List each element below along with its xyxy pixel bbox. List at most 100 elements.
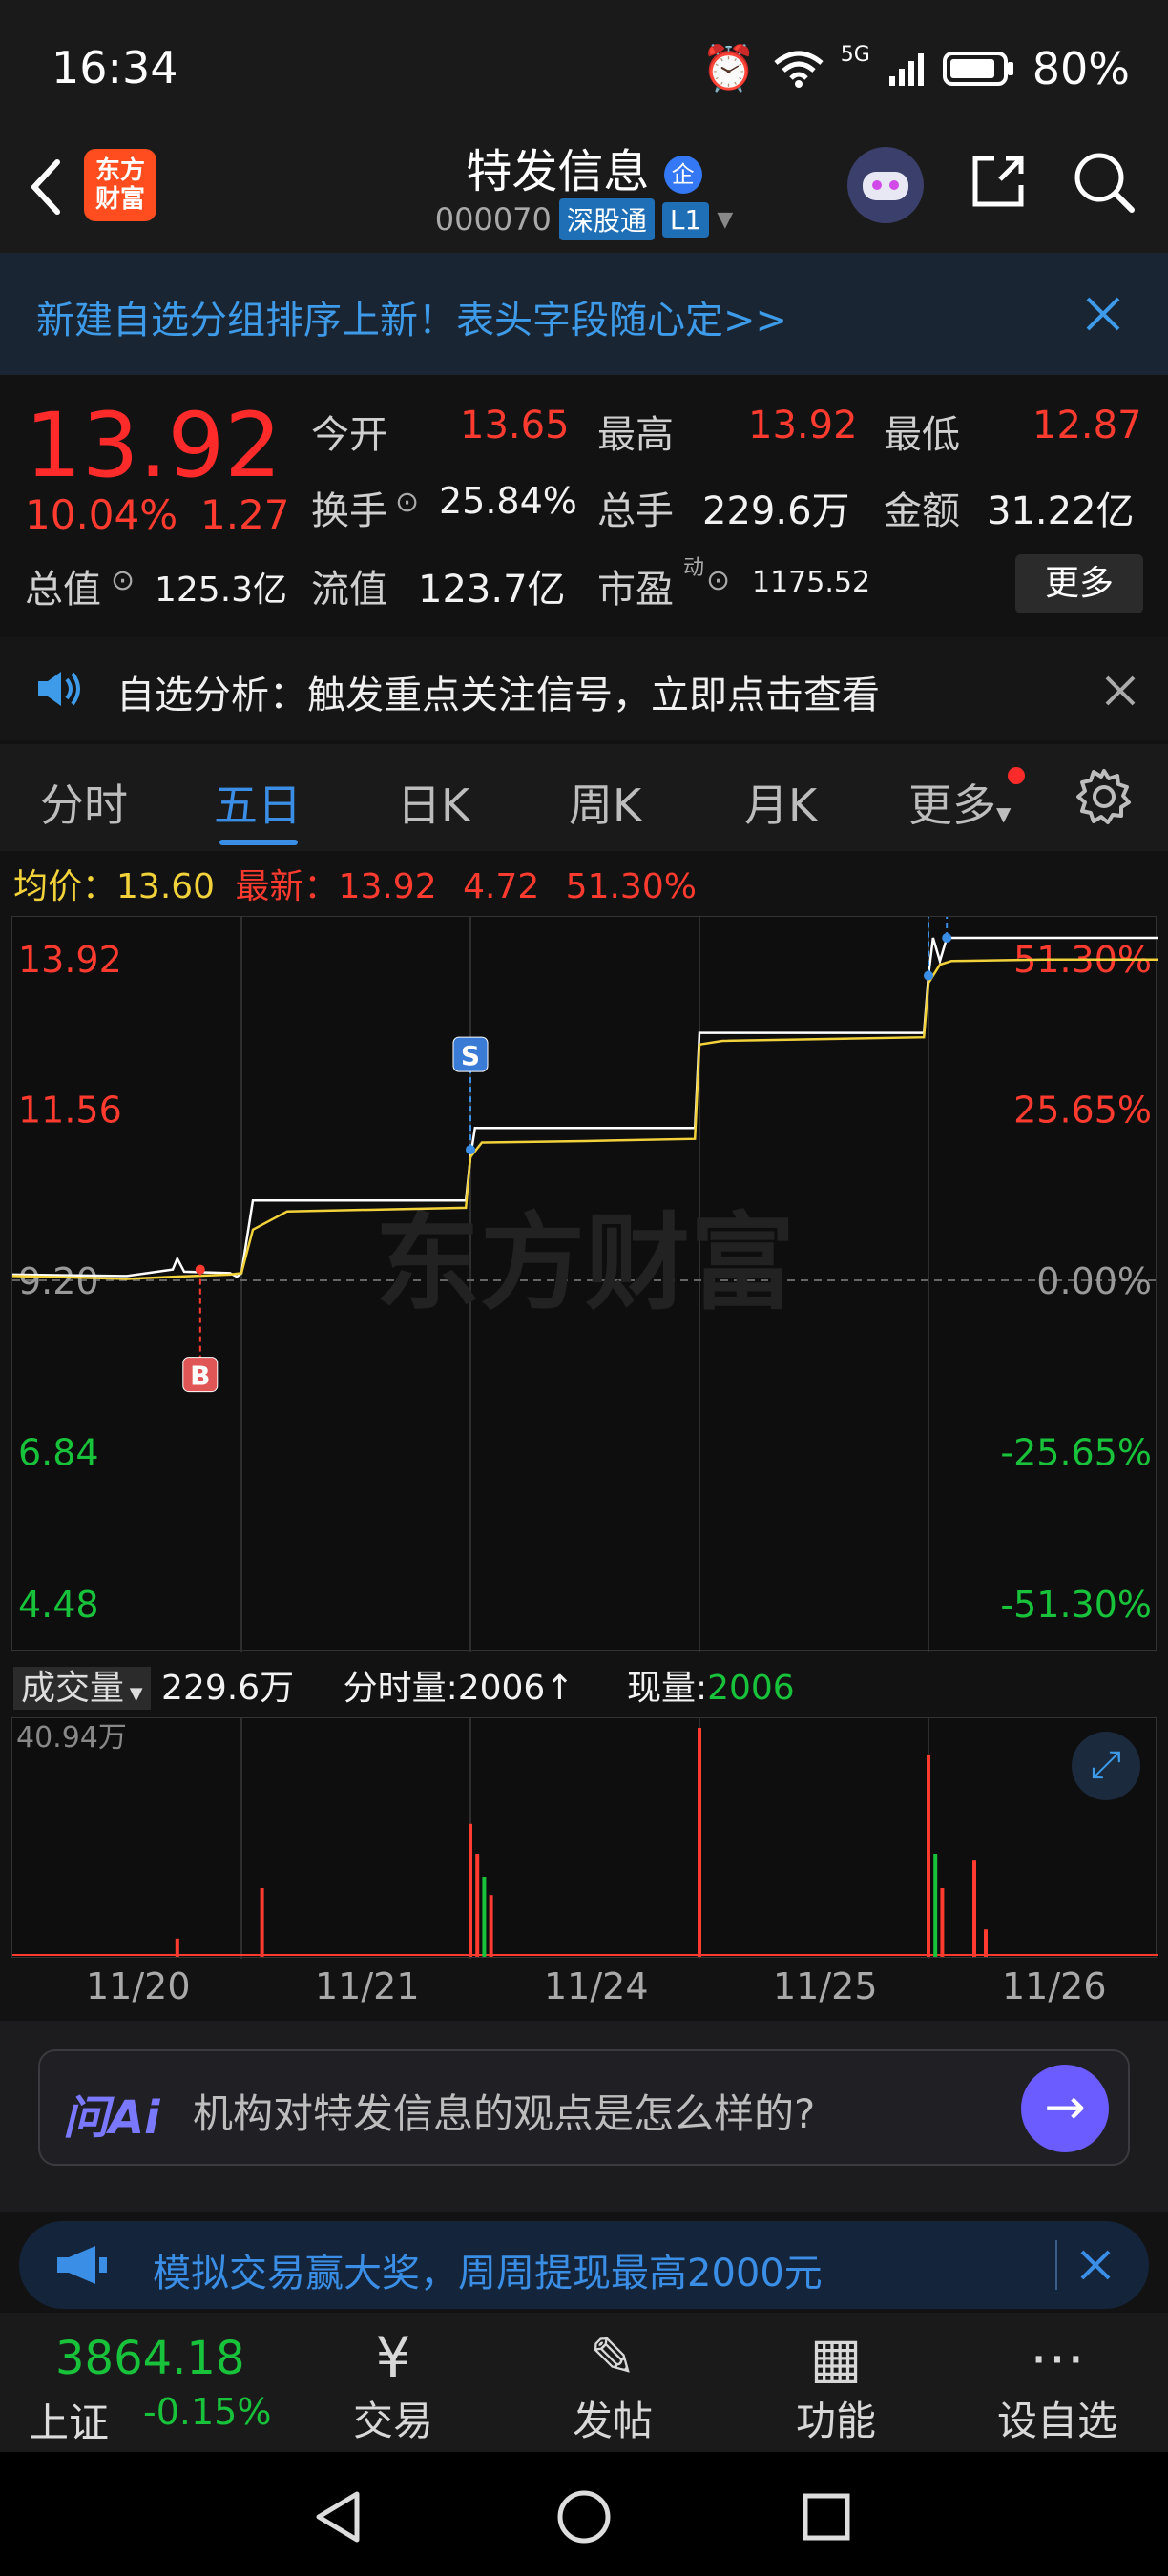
search-icon[interactable]	[1071, 149, 1137, 216]
volume-bar	[175, 1938, 179, 1957]
x-axis-labels: 11/20 11/21 11/24 11/25 11/26	[11, 1965, 1157, 2013]
volume-value: 229.6万	[702, 489, 850, 533]
index-value: 3864.18	[55, 2332, 245, 2385]
y-axis-left-label: 11.56	[18, 1090, 122, 1132]
volume-info-line: 成交量 ▼ 229.6万 分时量:2006↑ 现量:2006	[13, 1660, 795, 1710]
active-tab-indicator	[219, 840, 298, 845]
volume-selector[interactable]: 成交量 ▼	[13, 1667, 151, 1710]
turnover-value: 25.84%	[439, 480, 577, 522]
volume-bar	[482, 1877, 487, 1957]
sim-trade-promo[interactable]: 模拟交易赢大奖，周周提现最高2000元	[19, 2221, 1149, 2309]
tab-weekly-k[interactable]: 周K	[569, 771, 641, 834]
ai-brand: 问Ai	[63, 2091, 160, 2145]
amount-label: 金额	[884, 489, 960, 533]
info-icon[interactable]: ⊙	[706, 564, 730, 597]
nav-functions[interactable]: ▦ 功能	[750, 2326, 922, 2447]
x-tick-label: 11/24	[544, 1965, 649, 2007]
amount-value: 31.22亿	[987, 489, 1135, 533]
promo-text[interactable]: 模拟交易赢大奖，周周提现最高2000元	[153, 2242, 823, 2297]
avg-label: 均价：	[13, 867, 117, 906]
speaker-icon	[38, 672, 80, 706]
volume-bar	[933, 1854, 938, 1957]
promo-banner[interactable]: 新建自选分组排序上新！表头字段随心定>>	[0, 253, 1168, 375]
avg-value: 13.60	[116, 867, 216, 906]
mktcap-value: 125.3亿	[155, 571, 288, 610]
tab-five-day[interactable]: 五日	[214, 771, 302, 834]
y-axis-left-label: 9.20	[18, 1260, 99, 1302]
tab-more[interactable]: 更多▼	[908, 771, 1011, 834]
stock-code: 000070	[434, 201, 552, 238]
nav-post[interactable]: ✎ 发帖	[527, 2326, 699, 2447]
float-value: 123.7亿	[418, 568, 566, 612]
change-pct: 10.04%	[25, 491, 178, 538]
signal-icon	[888, 52, 924, 86]
banner-text[interactable]: 新建自选分组排序上新！表头字段随心定>>	[36, 289, 787, 344]
now-volume-label: 现量:	[626, 1669, 708, 1708]
trade-marker-dot	[466, 1145, 475, 1155]
volume-chart[interactable]: 40.94万 ⤢	[11, 1717, 1158, 1959]
latest-pct: 51.30%	[565, 867, 697, 906]
expand-icon[interactable]: ⤢	[1072, 1732, 1140, 1800]
now-volume-value: 2006	[707, 1669, 795, 1708]
price-chart[interactable]: 东方财富 13.92 51.30% 11.56 25.65% 9.20 0.00% 6.84-…	[11, 916, 1158, 1652]
ask-ai-input[interactable]: 问Ai 机构对特发信息的观点是怎么样的? →	[38, 2049, 1130, 2166]
info-icon[interactable]: ⊙	[395, 486, 419, 519]
latest-label: 最新：	[235, 867, 339, 906]
chart-tabs: 分时 五日 日K 周K 月K 更多▼	[0, 744, 1168, 851]
info-icon[interactable]: ⊙	[111, 564, 135, 597]
share-icon[interactable]	[968, 151, 1029, 212]
home-circle-icon[interactable]	[555, 2488, 613, 2545]
y-axis-left-label: 4.48	[18, 1584, 99, 1626]
volume-bar	[698, 1728, 701, 1957]
tick-volume-value: 2006	[457, 1669, 546, 1708]
trade-marker-label: B	[190, 1361, 210, 1392]
float-label: 流值	[311, 568, 387, 612]
status-icons: ⏰ 5G 80%	[701, 42, 1130, 94]
trade-marker-label: S	[461, 1040, 480, 1071]
notice-bar[interactable]: 自选分析：触发重点关注信号，立即点击查看	[0, 637, 1168, 740]
wifi-icon	[774, 51, 824, 88]
nav-add-watchlist[interactable]: ⋯ 设自选	[971, 2326, 1143, 2447]
index-change: -0.15%	[143, 2391, 272, 2433]
more-dots-icon: ⋯	[1030, 2325, 1085, 2390]
robot-assistant-icon[interactable]	[847, 147, 924, 223]
high-value: 13.92	[748, 404, 858, 447]
x-tick-label: 11/21	[315, 1965, 420, 2007]
x-tick-label: 11/20	[86, 1965, 191, 2007]
quote-panel: 13.92 10.04% 1.27 今开 13.65 最高 13.92 最低 1…	[0, 375, 1168, 633]
close-icon[interactable]	[1084, 295, 1122, 333]
volume-total: 229.6万	[161, 1669, 295, 1708]
pe-value: 1175.52	[752, 566, 871, 599]
y-axis-right-label: -51.30%	[1000, 1584, 1152, 1626]
more-button[interactable]: 更多	[1015, 554, 1143, 613]
settings-gear-icon[interactable]	[1074, 767, 1134, 826]
back-triangle-icon[interactable]	[311, 2488, 365, 2545]
ai-send-button[interactable]: →	[1021, 2065, 1109, 2152]
y-axis-left-label: 13.92	[18, 939, 122, 981]
alarm-icon: ⏰	[701, 42, 757, 93]
recents-square-icon[interactable]	[802, 2492, 851, 2542]
edit-icon: ✎	[589, 2325, 636, 2390]
turnover-label: 换手	[311, 489, 387, 533]
close-icon[interactable]	[1103, 674, 1137, 708]
ai-question[interactable]: 机构对特发信息的观点是怎么样的?	[193, 2082, 815, 2140]
tab-monthly-k[interactable]: 月K	[744, 771, 817, 834]
status-time: 16:34	[52, 42, 178, 93]
nav-trade[interactable]: ¥ 交易	[307, 2326, 479, 2447]
index-ticker[interactable]: 3864.18 上证 -0.15%	[29, 2332, 315, 2449]
tab-daily-k[interactable]: 日K	[397, 771, 469, 834]
dropdown-caret-icon: ▼	[717, 207, 734, 232]
trade-marker-dot	[195, 1264, 205, 1275]
low-label: 最低	[884, 413, 960, 457]
tab-intraday[interactable]: 分时	[40, 771, 128, 834]
change-abs: 1.27	[200, 491, 290, 538]
trade-marker-dot	[924, 970, 933, 981]
notice-text[interactable]: 自选分析：触发重点关注信号，立即点击查看	[116, 664, 880, 719]
mktcap-label: 总值	[25, 568, 101, 612]
volume-bar	[489, 1895, 493, 1957]
status-bar: 16:34 ⏰ 5G 80%	[0, 0, 1168, 134]
grid-icon: ▦	[809, 2325, 863, 2390]
close-icon[interactable]	[1078, 2248, 1113, 2282]
stock-name: 特发信息	[466, 145, 650, 198]
x-tick-label: 11/26	[1002, 1965, 1107, 2007]
